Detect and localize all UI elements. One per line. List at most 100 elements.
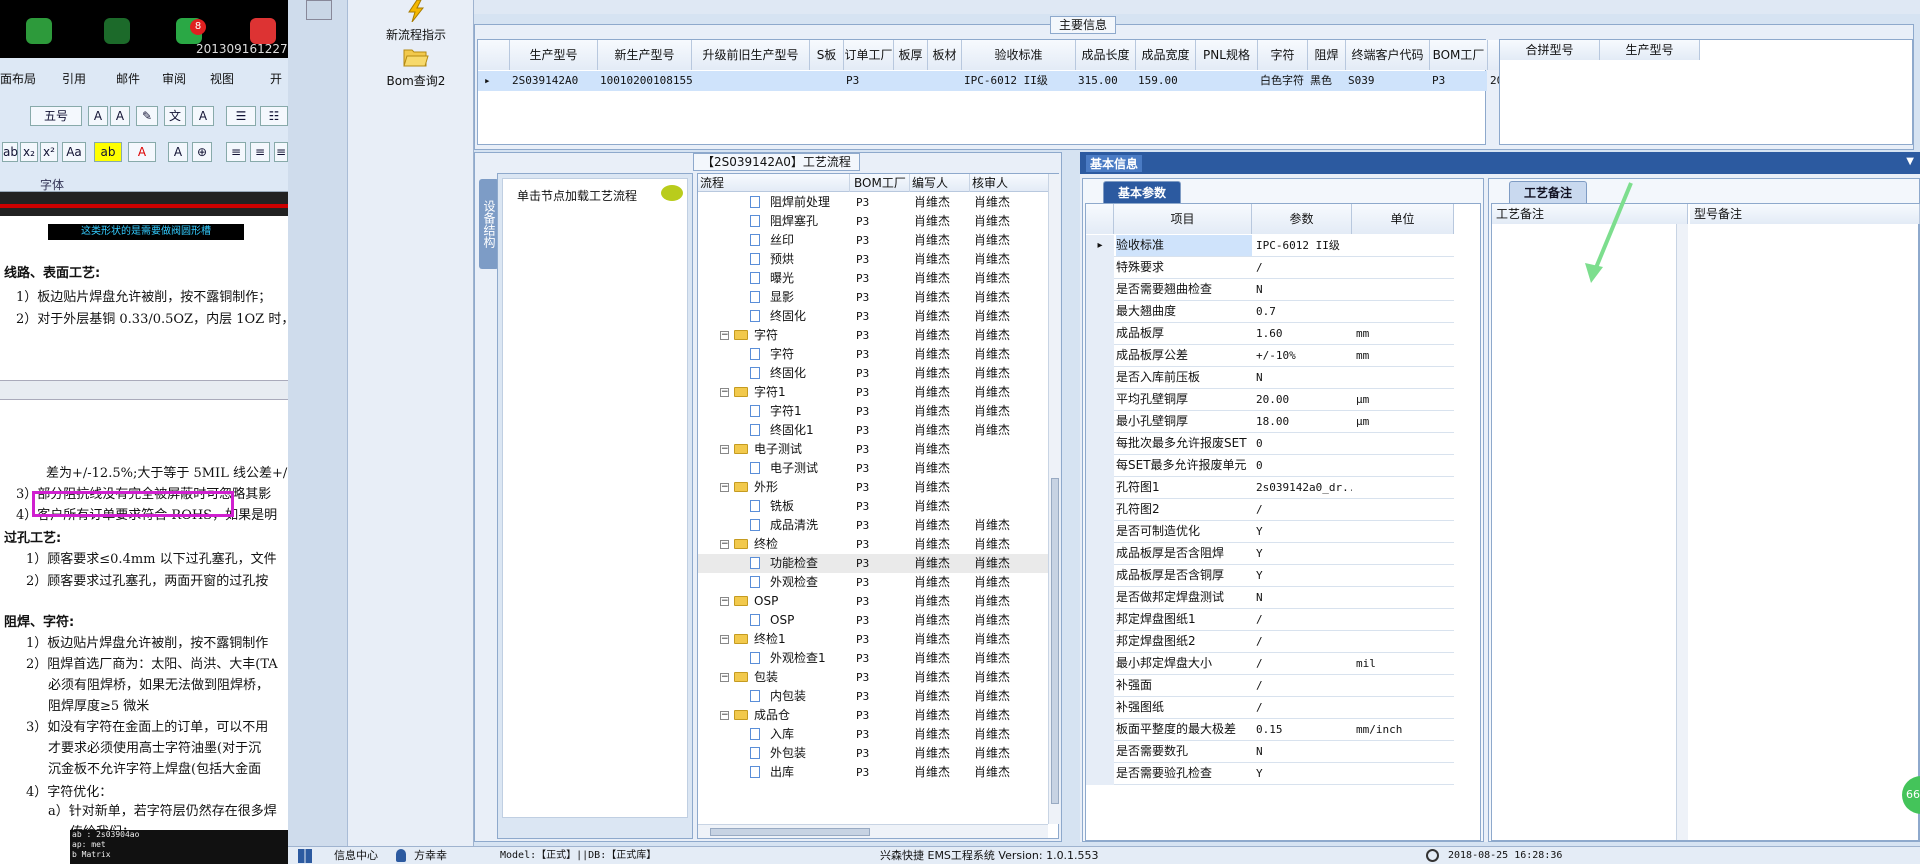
status-info-center[interactable]: 信息中心: [334, 847, 378, 864]
process-remark-text[interactable]: [1492, 224, 1688, 840]
param-row[interactable]: 每批次最多允许报废SET 0: [1086, 433, 1454, 455]
main-info-cell[interactable]: 159.00: [1136, 71, 1196, 91]
shield-app-icon[interactable]: [26, 18, 52, 44]
param-value[interactable]: /: [1256, 257, 1352, 278]
flow-tree-row[interactable]: 显影 P3 肖维杰 肖维杰: [698, 288, 1052, 307]
param-value[interactable]: 18.00: [1256, 411, 1352, 432]
row-selector[interactable]: [1086, 653, 1114, 675]
align-left-button[interactable]: ≡: [226, 142, 246, 162]
main-info-cell[interactable]: [692, 71, 810, 91]
row-selector[interactable]: [1086, 697, 1114, 719]
param-row[interactable]: 成品板厚 1.60 mm: [1086, 323, 1454, 345]
column-header[interactable]: 阻焊: [1308, 40, 1346, 70]
param-value[interactable]: Y: [1256, 521, 1352, 542]
windows-grid-icon[interactable]: [298, 849, 312, 863]
subscript-button[interactable]: x₂: [20, 142, 38, 162]
flow-tree-row[interactable]: 出库 P3 肖维杰 肖维杰: [698, 763, 1052, 782]
enclose-char-button[interactable]: ⊕: [192, 142, 212, 162]
param-row[interactable]: 是否需要翘曲检查 N: [1086, 279, 1454, 301]
align-center-button[interactable]: ≡: [250, 142, 270, 162]
param-row[interactable]: 是否需要验孔检查 Y: [1086, 763, 1454, 785]
row-selector[interactable]: [1086, 455, 1114, 477]
flow-tree-row[interactable]: − 电子测试 P3 肖维杰: [698, 440, 1052, 459]
ribbon-menu-item[interactable]: 视图: [210, 70, 234, 87]
param-value[interactable]: Y: [1256, 543, 1352, 564]
flow-tree-row[interactable]: − 外形 P3 肖维杰: [698, 478, 1052, 497]
main-info-cell[interactable]: P3: [1430, 71, 1488, 91]
row-selector[interactable]: [1086, 279, 1114, 301]
merge-column-header[interactable]: 合拼型号: [1500, 40, 1600, 60]
collapse-toggle[interactable]: −: [720, 388, 729, 397]
param-row[interactable]: 补强图纸 /: [1086, 697, 1454, 719]
row-selector[interactable]: [1086, 521, 1114, 543]
row-selector[interactable]: [1086, 411, 1114, 433]
param-value[interactable]: 20.00: [1256, 389, 1352, 410]
flow-column-header[interactable]: 编写人: [912, 174, 970, 192]
main-info-cell[interactable]: 黑色: [1308, 71, 1346, 91]
param-value[interactable]: /: [1256, 499, 1352, 520]
param-value[interactable]: 0: [1256, 455, 1352, 476]
param-value[interactable]: Y: [1256, 763, 1352, 784]
main-info-cell[interactable]: 白色字符: [1258, 71, 1308, 91]
flow-tree-row[interactable]: 字符 P3 肖维杰 肖维杰: [698, 345, 1052, 364]
tab-basic-params[interactable]: 基本参数: [1103, 181, 1182, 203]
param-value[interactable]: 0: [1256, 433, 1352, 454]
chat-app-icon[interactable]: [104, 18, 130, 44]
font-color-button[interactable]: A: [128, 142, 156, 162]
param-row[interactable]: 平均孔壁铜厚 20.00 μm: [1086, 389, 1454, 411]
flow-tree-row[interactable]: − 包装 P3 肖维杰 肖维杰: [698, 668, 1052, 687]
flow-tree-row[interactable]: − OSP P3 肖维杰 肖维杰: [698, 592, 1052, 611]
column-header[interactable]: PNL规格: [1196, 40, 1258, 70]
row-selector-arrow[interactable]: ▸: [484, 71, 504, 91]
ribbon-menu-item[interactable]: 审阅: [162, 70, 186, 87]
flow-tree-scrollbar[interactable]: [1048, 174, 1060, 824]
ribbon-menu-item[interactable]: 引用: [62, 70, 86, 87]
ribbon-menu-item[interactable]: 面布局: [0, 70, 36, 87]
phonetic-button[interactable]: 文: [164, 106, 186, 126]
param-value[interactable]: 0.15: [1256, 719, 1352, 740]
change-case-button[interactable]: ✎: [136, 106, 158, 126]
column-header[interactable]: 升级前旧生产型号: [692, 40, 810, 70]
collapse-toggle[interactable]: −: [720, 673, 729, 682]
main-info-cell[interactable]: 315.00: [1076, 71, 1136, 91]
row-selector[interactable]: [1086, 587, 1114, 609]
flow-tree-row[interactable]: 入库 P3 肖维杰 肖维杰: [698, 725, 1052, 744]
row-selector[interactable]: [1086, 301, 1114, 323]
row-selector[interactable]: [1086, 609, 1114, 631]
bullets-button[interactable]: ☰: [226, 106, 256, 126]
row-selector[interactable]: [1086, 257, 1114, 279]
char-shading-button[interactable]: A: [168, 142, 188, 162]
flow-tree-row[interactable]: − 成品仓 P3 肖维杰 肖维杰: [698, 706, 1052, 725]
param-row[interactable]: 邦定焊盘图纸1 /: [1086, 609, 1454, 631]
flow-hint-box[interactable]: 单击节点加载工艺流程: [502, 178, 688, 818]
superscript-button[interactable]: x²: [40, 142, 58, 162]
flow-tree-row[interactable]: OSP P3 肖维杰 肖维杰: [698, 611, 1052, 630]
param-row[interactable]: 成品板厚公差 +/-10% mm: [1086, 345, 1454, 367]
flow-tree-row[interactable]: 字符1 P3 肖维杰 肖维杰: [698, 402, 1052, 421]
main-info-cell[interactable]: 2S039142A0: [510, 71, 598, 91]
flow-tree-row[interactable]: 功能检查 P3 肖维杰 肖维杰: [698, 554, 1052, 573]
flow-tree-row[interactable]: 外包装 P3 肖维杰 肖维杰: [698, 744, 1052, 763]
row-selector[interactable]: [1086, 433, 1114, 455]
param-row[interactable]: 是否需要数孔 N: [1086, 741, 1454, 763]
merge-column-header[interactable]: 生产型号: [1600, 40, 1700, 60]
flow-column-header[interactable]: 流程: [700, 174, 850, 192]
flow-column-header[interactable]: 核审人: [972, 174, 1052, 192]
column-header[interactable]: 终端客户代码: [1346, 40, 1430, 70]
main-info-row-selected[interactable]: ▸ 2S039142A0 10010200108155 P3 IPC-6012 II级 3…: [478, 71, 1550, 91]
flow-tree-row[interactable]: 终固化1 P3 肖维杰 肖维杰: [698, 421, 1052, 440]
row-selector[interactable]: [1086, 719, 1114, 741]
ribbon-menu-item[interactable]: 开: [270, 70, 282, 87]
row-selector[interactable]: [1086, 543, 1114, 565]
chevron-down-icon[interactable]: ▼: [1906, 156, 1914, 167]
row-selector[interactable]: ▸: [1086, 235, 1114, 257]
column-header[interactable]: S板: [810, 40, 844, 70]
param-row[interactable]: 是否可制造优化 Y: [1086, 521, 1454, 543]
param-row[interactable]: ▸ 验收标准 IPC-6012 II级: [1086, 235, 1454, 257]
flow-tree-row[interactable]: 外观检查1 P3 肖维杰 肖维杰: [698, 649, 1052, 668]
ribbon-menu-item[interactable]: 邮件: [116, 70, 140, 87]
param-value[interactable]: N: [1256, 367, 1352, 388]
collapse-toggle[interactable]: −: [720, 597, 729, 606]
main-info-cell[interactable]: S039: [1346, 71, 1430, 91]
nav-new-flow[interactable]: 新流程指示: [366, 0, 466, 43]
